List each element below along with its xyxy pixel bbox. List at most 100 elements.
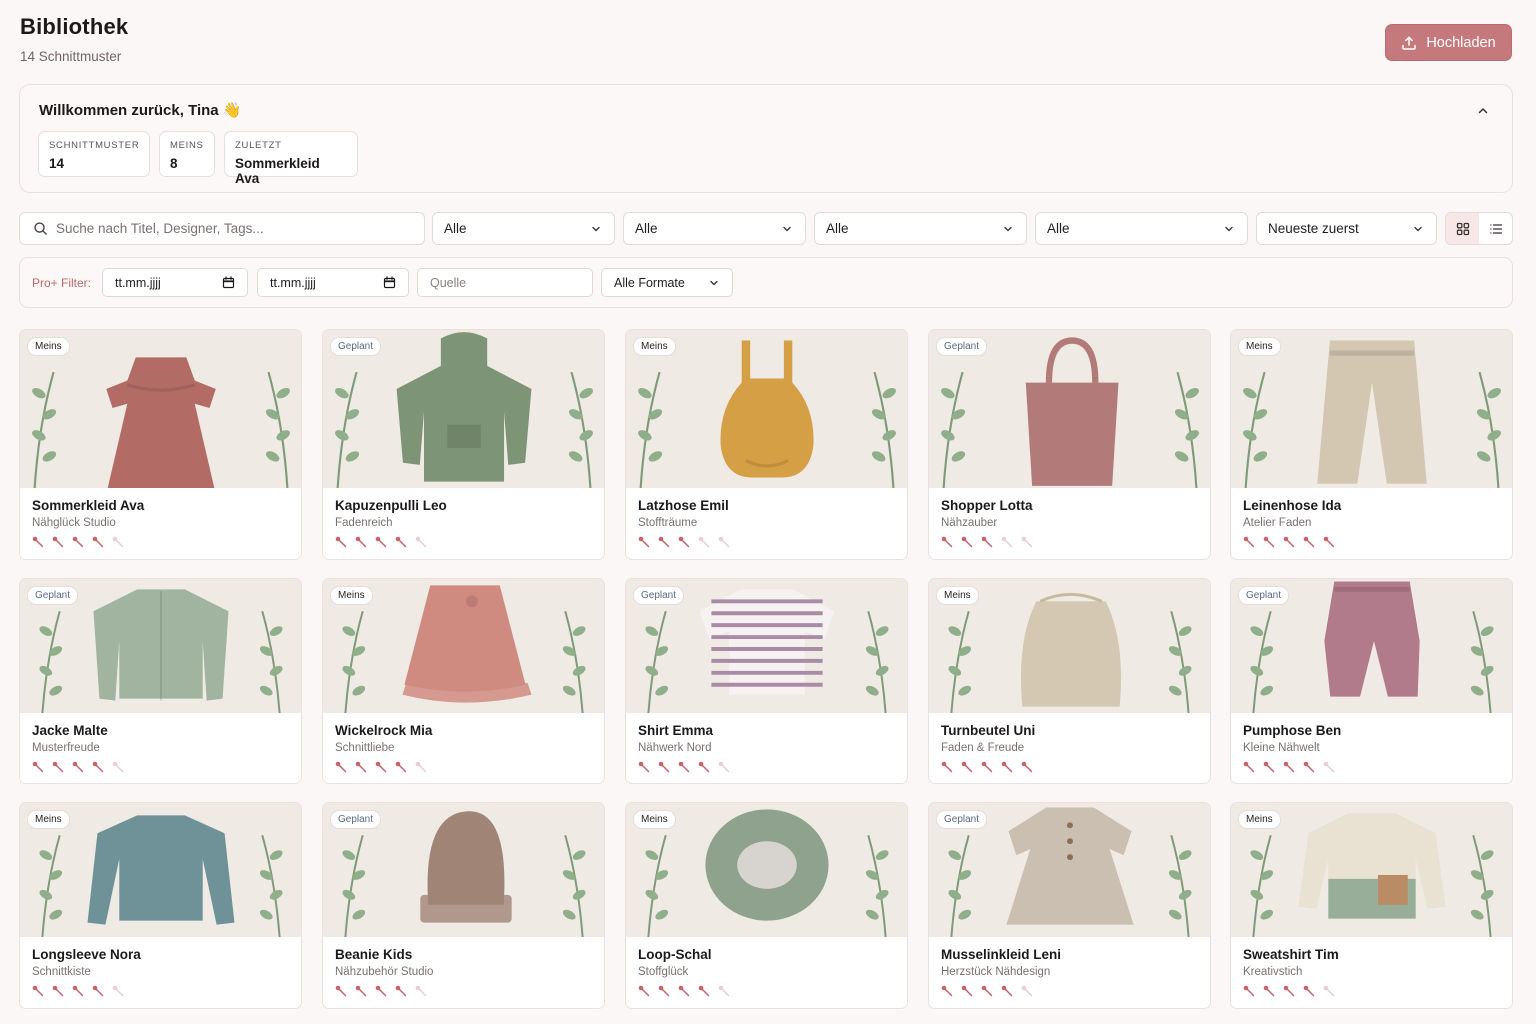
pattern-title: Shopper Lotta [941, 498, 1033, 513]
chevron-down-icon [1225, 226, 1233, 231]
needle-icon-filled [658, 536, 670, 548]
pattern-card[interactable]: Meins Sweatshirt Tim Kreativstich [1230, 802, 1513, 1009]
status-badge: Geplant [936, 337, 988, 356]
pattern-title: Pumphose Ben [1243, 723, 1342, 738]
search-box[interactable] [19, 212, 425, 245]
needle-icon-filled [52, 536, 64, 548]
upload-button[interactable]: Hochladen [1385, 24, 1512, 61]
pattern-card[interactable]: Meins Leinenhose Ida Atelier Faden [1230, 329, 1513, 560]
pattern-thumbnail: Geplant [929, 803, 1210, 937]
needle-icon-empty [718, 985, 730, 997]
pattern-card[interactable]: Meins Latzhose Emil Stoffträume [625, 329, 908, 560]
calendar-icon[interactable] [383, 276, 396, 289]
needle-icon-filled [678, 985, 690, 997]
status-badge: Geplant [330, 337, 382, 356]
upload-icon [1402, 36, 1417, 50]
difficulty-rating [638, 985, 730, 997]
pattern-designer: Nähwerk Nord [638, 742, 712, 754]
format-select[interactable]: Alle Formate [601, 268, 733, 297]
pattern-title: Kapuzenpulli Leo [335, 498, 447, 513]
pattern-title: Leinenhose Ida [1243, 498, 1342, 513]
difficulty-rating [32, 761, 124, 773]
stat-value: Sommerkleid Ava [235, 156, 320, 186]
needle-icon-filled [961, 536, 973, 548]
upload-button-label: Hochladen [1426, 34, 1496, 51]
pattern-card[interactable]: Geplant Kapuzenpulli Leo Fadenreich [322, 329, 605, 560]
status-badge: Meins [936, 586, 979, 605]
needle-icon-filled [32, 985, 44, 997]
chevron-down-icon [1414, 226, 1422, 231]
needle-icon-filled [1323, 536, 1335, 548]
pattern-thumbnail: Meins [626, 803, 907, 937]
needle-icon-empty [112, 761, 124, 773]
difficulty-rating [1243, 985, 1335, 997]
pattern-thumbnail: Geplant [323, 803, 604, 937]
view-toggle [1445, 212, 1513, 245]
filter-select-4[interactable]: Alle [1035, 212, 1248, 245]
pattern-card[interactable]: Geplant Jacke Malte Musterfreude [19, 578, 302, 784]
needle-icon-filled [335, 985, 347, 997]
needle-icon-filled [355, 985, 367, 997]
filter-select-2[interactable]: Alle [623, 212, 806, 245]
pattern-designer: Herzstück Nähdesign [941, 966, 1051, 978]
source-input[interactable] [430, 275, 580, 290]
pattern-card[interactable]: Meins Wickelrock Mia Schnittliebe [322, 578, 605, 784]
filter-select-3[interactable]: Alle [814, 212, 1027, 245]
pattern-thumbnail: Meins [20, 803, 301, 937]
date-from-field[interactable]: tt.mm.jjjj [102, 268, 248, 297]
pattern-card[interactable]: Geplant Pumphose Ben Kleine Nähwelt [1230, 578, 1513, 784]
date-to-field[interactable]: tt.mm.jjjj [257, 268, 409, 297]
needle-icon-filled [658, 985, 670, 997]
needle-icon-empty [1021, 985, 1033, 997]
source-field[interactable] [417, 268, 593, 297]
calendar-icon[interactable] [222, 276, 235, 289]
pattern-card[interactable]: Geplant Beanie Kids Nähzubehör Studio [322, 802, 605, 1009]
chevron-up-icon[interactable] [1476, 104, 1490, 118]
pattern-card[interactable]: Meins Loop-Schal Stoffglück [625, 802, 908, 1009]
stat-value: 8 [170, 156, 178, 171]
needle-icon-filled [72, 536, 84, 548]
pattern-card[interactable]: Meins Longsleeve Nora Schnittkiste [19, 802, 302, 1009]
status-badge: Geplant [330, 810, 382, 829]
grid-view-button[interactable] [1446, 213, 1479, 244]
pattern-card[interactable]: Meins Sommerkleid Ava Nähglück Studio [19, 329, 302, 560]
needle-icon-filled [638, 761, 650, 773]
sort-select[interactable]: Neueste zuerst [1256, 212, 1437, 245]
needle-icon-filled [1283, 536, 1295, 548]
needle-icon-empty [415, 761, 427, 773]
difficulty-rating [335, 536, 427, 548]
status-badge: Geplant [936, 810, 988, 829]
stat-label: Meins [170, 140, 204, 151]
needle-icon-empty [718, 761, 730, 773]
needle-icon-filled [355, 536, 367, 548]
pattern-designer: Musterfreude [32, 742, 100, 754]
pattern-card[interactable]: Meins Turnbeutel Uni Faden & Freude [928, 578, 1211, 784]
needle-icon-filled [698, 985, 710, 997]
select-value: Alle [635, 221, 658, 236]
pattern-card[interactable]: Geplant Shirt Emma Nähwerk Nord [625, 578, 908, 784]
list-view-button[interactable] [1479, 213, 1512, 244]
needle-icon-filled [1263, 761, 1275, 773]
pattern-designer: Schnittkiste [32, 966, 91, 978]
status-badge: Meins [330, 586, 373, 605]
pattern-thumbnail: Meins [929, 579, 1210, 713]
needle-icon-empty [698, 536, 710, 548]
stat-card-mine: Meins 8 [159, 131, 215, 177]
needle-icon-filled [961, 761, 973, 773]
needle-icon-filled [1243, 536, 1255, 548]
filter-select-1[interactable]: Alle [432, 212, 615, 245]
welcome-title: Willkommen zurück, Tina 👋 [39, 102, 242, 119]
needle-icon-empty [112, 985, 124, 997]
difficulty-rating [335, 761, 427, 773]
difficulty-rating [1243, 761, 1335, 773]
pattern-designer: Nähzubehör Studio [335, 966, 434, 978]
search-input[interactable] [56, 221, 406, 236]
needle-icon-filled [941, 985, 953, 997]
pattern-card[interactable]: Geplant Shopper Lotta Nähzauber [928, 329, 1211, 560]
needle-icon-filled [1303, 985, 1315, 997]
difficulty-rating [941, 985, 1033, 997]
status-badge: Meins [633, 337, 676, 356]
grid-icon [1456, 222, 1469, 235]
needle-icon-filled [1263, 536, 1275, 548]
pattern-card[interactable]: Geplant Musselinkleid Leni Herzstück Näh… [928, 802, 1211, 1009]
